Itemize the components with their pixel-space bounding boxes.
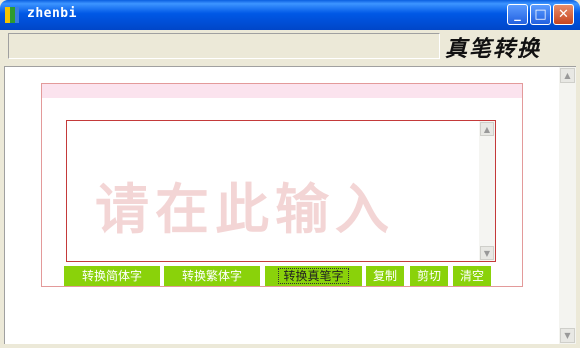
convert-simplified-label: 转换简体字	[81, 269, 142, 283]
minimize-icon: _	[514, 7, 521, 22]
scroll-up-icon[interactable]: ▲	[560, 68, 575, 83]
cut-button[interactable]: 剪切	[410, 266, 448, 286]
close-button[interactable]: ✕	[553, 4, 574, 25]
convert-traditional-label: 转换繁体字	[181, 269, 242, 283]
input-watermark: 请在此输入	[95, 177, 395, 241]
convert-simplified-button[interactable]: 转换简体字	[64, 266, 160, 286]
logo-text: 真笔转换	[445, 36, 542, 62]
copy-label: 复制	[372, 269, 397, 283]
textarea-scroll-up-icon[interactable]: ▲	[480, 122, 494, 136]
convert-zhenbi-button[interactable]: 转换真笔字	[265, 266, 362, 286]
title-bar[interactable]: zhenbi _ □ ✕	[0, 0, 580, 30]
convert-traditional-button[interactable]: 转换繁体字	[164, 266, 260, 286]
toolbar: 真笔转换	[4, 30, 576, 64]
copy-button[interactable]: 复制	[366, 266, 404, 286]
textarea-scroll-down-icon[interactable]: ▼	[480, 246, 494, 260]
page-scrollbar[interactable]: ▲ ▼	[559, 67, 576, 344]
clear-button[interactable]: 清空	[453, 266, 491, 286]
app-icon	[5, 7, 19, 23]
cut-label: 剪切	[416, 269, 441, 283]
converter-panel: 请在此输入 ▲ ▼ 转换简体字 转换繁体字 转换真笔字 复制 剪切 清空	[41, 83, 523, 287]
convert-zhenbi-label: 转换真笔字	[278, 268, 349, 284]
close-icon: ✕	[558, 7, 569, 22]
toolbar-panel	[8, 33, 440, 59]
clear-label: 清空	[459, 269, 484, 283]
minimize-button[interactable]: _	[507, 4, 528, 25]
maximize-button[interactable]: □	[530, 4, 551, 25]
maximize-icon: □	[534, 7, 547, 22]
panel-header-bar	[42, 84, 522, 98]
window-title: zhenbi	[27, 6, 77, 21]
scroll-down-icon[interactable]: ▼	[560, 328, 575, 343]
input-textarea[interactable]: 请在此输入 ▲ ▼	[66, 120, 496, 262]
content-area: ▲ ▼ 请在此输入 ▲ ▼ 转换简体字 转换繁体字 转换真笔字 复制 剪切 清空	[4, 66, 576, 344]
textarea-scrollbar[interactable]: ▲ ▼	[479, 121, 495, 261]
